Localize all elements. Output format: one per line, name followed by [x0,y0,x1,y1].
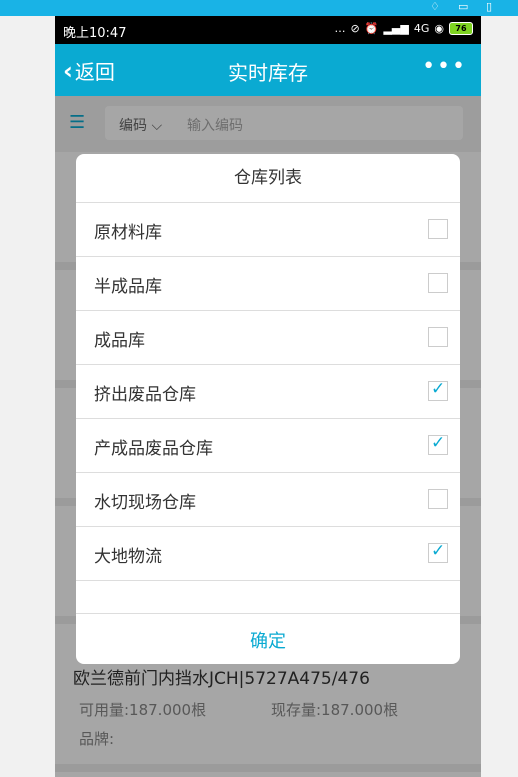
host-top-strip: ♢ ▭ ▯ [0,0,518,16]
option-label: 产成品废品仓库 [94,439,213,459]
dialog-spacer [76,581,460,614]
warehouse-option[interactable]: 产成品废品仓库 ✓ [76,419,460,473]
page-title: 实时库存 [228,61,308,85]
option-label: 大地物流 [94,547,162,567]
checkbox[interactable] [428,273,448,293]
status-icons: … ⊘ ⏰ ▂▄▆ 4G ◉ 76 [335,22,473,35]
location-icon: ◉ [434,22,444,35]
strip-icon: ▯ [486,0,493,13]
status-bar: 晚上10:47 … ⊘ ⏰ ▂▄▆ 4G ◉ 76 [55,16,481,44]
status-time: 晚上10:47 [63,26,127,41]
dialog-title: 仓库列表 [76,154,460,203]
checkbox[interactable] [428,327,448,347]
checkbox[interactable]: ✓ [428,379,448,401]
option-label: 成品库 [94,331,145,351]
warehouse-option[interactable]: 大地物流 ✓ [76,527,460,581]
warehouse-option[interactable]: 成品库 [76,311,460,365]
phone-screen: 晚上10:47 … ⊘ ⏰ ▂▄▆ 4G ◉ 76 ‹ 返回 实时库存 ••• … [55,16,481,777]
more-dots-icon: … [334,22,346,35]
signal-icon: ▂▄▆ [383,22,409,35]
checkmark-icon: ✓ [431,379,446,399]
nav-bar: ‹ 返回 实时库存 ••• [55,44,481,96]
checkbox[interactable] [428,219,448,239]
warehouse-option[interactable]: 水切现场仓库 [76,473,460,527]
warehouse-option[interactable]: 半成品库 [76,257,460,311]
warehouse-option[interactable]: 挤出废品仓库 ✓ [76,365,460,419]
network-type: 4G [413,22,430,35]
option-label: 半成品库 [94,277,162,297]
checkbox[interactable]: ✓ [428,433,448,455]
warehouse-dialog: 仓库列表 原材料库 半成品库 成品库 挤出废品仓库 ✓ 产成品废品仓库 ✓ 水切… [76,154,460,664]
checkbox[interactable] [428,489,448,509]
confirm-button[interactable]: 确定 [76,614,460,664]
option-label: 挤出废品仓库 [94,385,196,405]
checkmark-icon: ✓ [431,433,446,453]
strip-icon: ♢ [430,0,440,13]
mute-icon: ⊘ [350,22,360,35]
checkmark-icon: ✓ [431,541,446,561]
warehouse-option[interactable]: 原材料库 [76,203,460,257]
more-menu-button[interactable]: ••• [422,54,467,79]
option-label: 原材料库 [94,223,162,243]
option-label: 水切现场仓库 [94,493,196,513]
battery-icon: 76 [449,22,473,35]
strip-icon: ▭ [458,0,469,13]
checkbox[interactable]: ✓ [428,541,448,563]
alarm-icon: ⏰ [364,22,379,35]
